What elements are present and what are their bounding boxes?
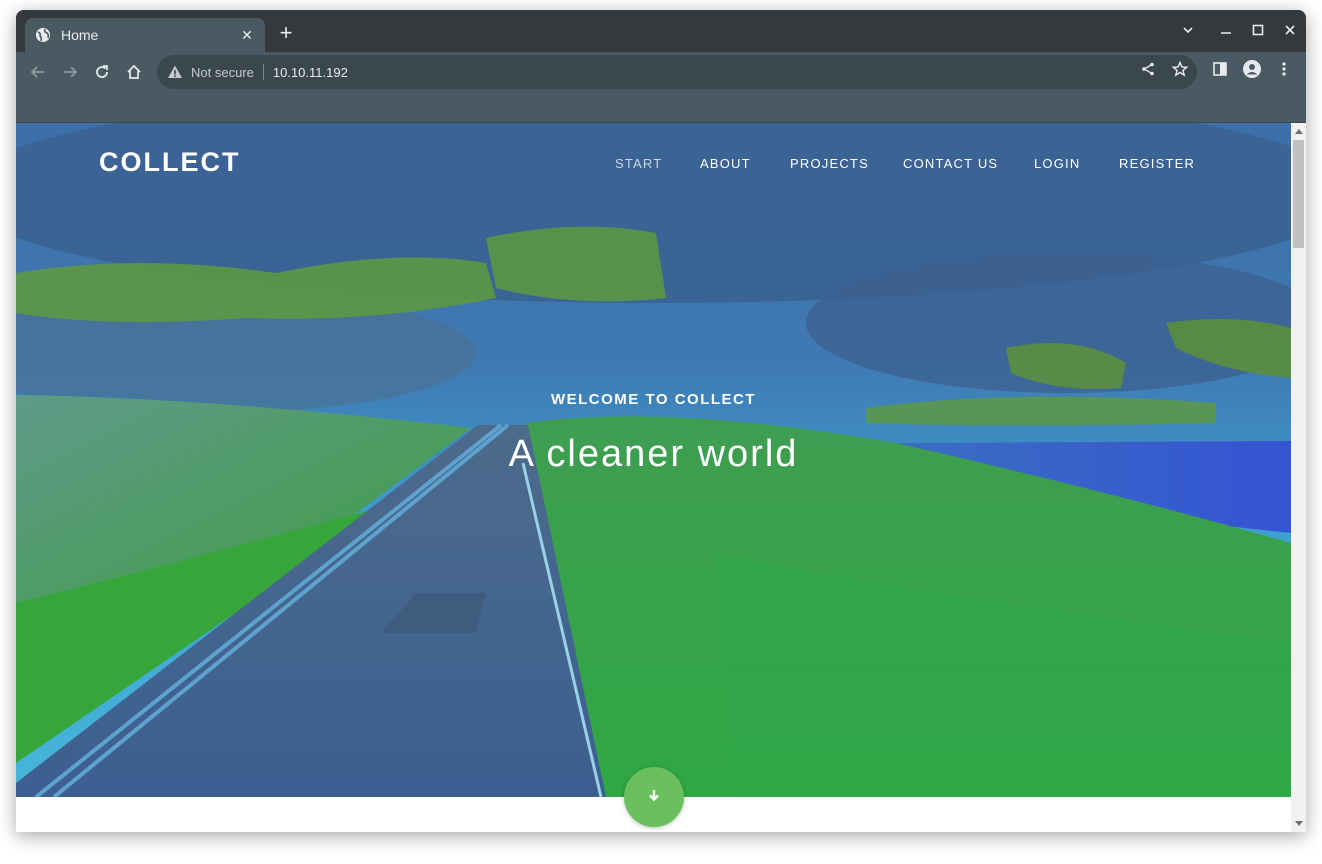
divider: [262, 64, 264, 80]
scroll-down-button[interactable]: [624, 767, 684, 827]
hero-headline: A cleaner world: [508, 433, 799, 475]
share-icon[interactable]: [1139, 60, 1157, 78]
nav-about[interactable]: ABOUT: [700, 156, 751, 171]
back-icon[interactable]: [26, 60, 50, 84]
minimize-icon[interactable]: [1215, 20, 1237, 42]
maximize-icon[interactable]: [1247, 20, 1269, 42]
scroll-down-icon[interactable]: [1291, 817, 1306, 831]
warning-icon[interactable]: [167, 64, 183, 80]
close-tab-icon[interactable]: ✕: [239, 27, 255, 44]
security-status[interactable]: Not secure: [191, 65, 254, 80]
profile-avatar-icon[interactable]: [1243, 60, 1261, 78]
reload-icon[interactable]: [90, 60, 114, 84]
title-bar: Home ✕ +: [16, 10, 1306, 52]
arrow-down-icon: [647, 788, 661, 807]
address-bar[interactable]: Not secure 10.10.11.192: [157, 55, 1197, 89]
tab-search-icon[interactable]: [1177, 20, 1199, 42]
tab-title: Home: [61, 27, 99, 43]
close-window-icon[interactable]: [1279, 20, 1301, 42]
nav-register[interactable]: REGISTER: [1119, 156, 1195, 171]
page-viewport: COLLECT START ABOUT PROJECTS CONTACT US …: [16, 123, 1291, 832]
nav-login[interactable]: LOGIN: [1034, 156, 1080, 171]
scrollbar-thumb[interactable]: [1293, 140, 1304, 248]
menu-kebab-icon[interactable]: [1275, 60, 1293, 78]
scroll-up-icon[interactable]: [1291, 124, 1306, 138]
browser-toolbar: Not secure 10.10.11.192: [16, 52, 1306, 92]
hero-kicker: WELCOME TO COLLECT: [550, 391, 757, 408]
globe-icon: [35, 27, 51, 43]
bookmark-bar: [16, 92, 1306, 123]
nav-contact-us[interactable]: CONTACT US: [903, 156, 998, 171]
star-icon[interactable]: [1171, 60, 1189, 78]
browser-tab[interactable]: Home ✕: [25, 18, 265, 52]
nav-start[interactable]: START: [615, 156, 662, 171]
browser-window: Home ✕ + Not secure 10.10.11.192 COLLECT…: [16, 10, 1306, 832]
page-scrollbar[interactable]: [1291, 123, 1306, 832]
nav-projects[interactable]: PROJECTS: [790, 156, 869, 171]
forward-icon[interactable]: [58, 60, 82, 84]
site-logo[interactable]: COLLECT: [99, 147, 241, 178]
new-tab-button[interactable]: +: [274, 22, 298, 46]
home-icon[interactable]: [122, 60, 146, 84]
url-text[interactable]: 10.10.11.192: [273, 65, 348, 80]
hero-section: COLLECT START ABOUT PROJECTS CONTACT US …: [16, 123, 1291, 797]
side-panel-icon[interactable]: [1211, 60, 1229, 78]
